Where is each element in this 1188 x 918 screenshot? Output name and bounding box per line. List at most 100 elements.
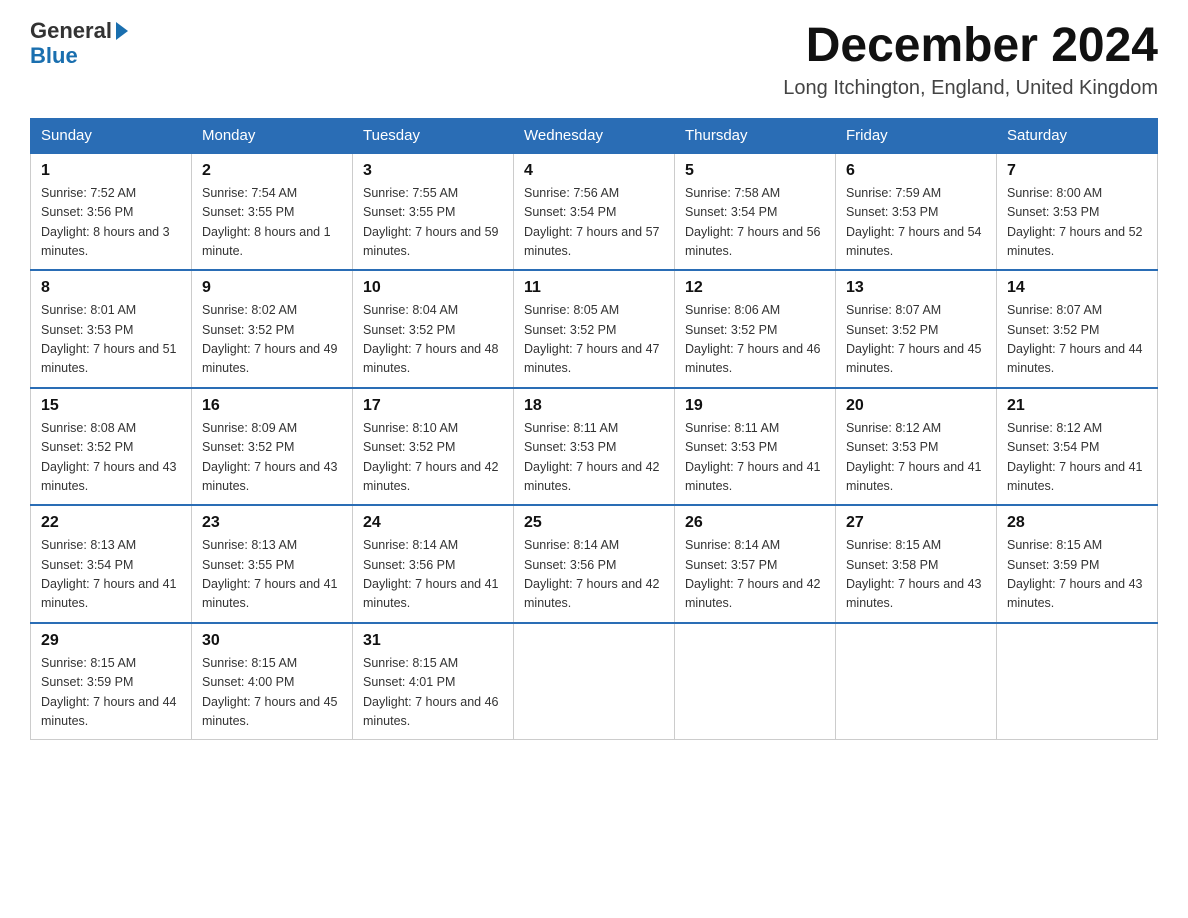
day-info: Sunrise: 8:09 AMSunset: 3:52 PMDaylight:… xyxy=(202,419,342,497)
calendar-week-row: 1 Sunrise: 7:52 AMSunset: 3:56 PMDaylight… xyxy=(31,153,1158,271)
calendar-cell: 23 Sunrise: 8:13 AMSunset: 3:55 PMDayligh… xyxy=(192,505,353,623)
day-info: Sunrise: 8:13 AMSunset: 3:55 PMDaylight:… xyxy=(202,536,342,614)
day-info: Sunrise: 7:56 AMSunset: 3:54 PMDaylight:… xyxy=(524,184,664,262)
calendar-cell: 28 Sunrise: 8:15 AMSunset: 3:59 PMDayligh… xyxy=(997,505,1158,623)
header-saturday: Saturday xyxy=(997,118,1158,153)
header-wednesday: Wednesday xyxy=(514,118,675,153)
header-tuesday: Tuesday xyxy=(353,118,514,153)
logo-text: General xyxy=(30,20,128,42)
calendar-cell xyxy=(997,623,1158,740)
day-info: Sunrise: 8:12 AMSunset: 3:54 PMDaylight:… xyxy=(1007,419,1147,497)
month-year-title: December 2024 xyxy=(783,20,1158,73)
calendar-cell: 29 Sunrise: 8:15 AMSunset: 3:59 PMDayligh… xyxy=(31,623,192,740)
calendar-table: SundayMondayTuesdayWednesdayThursdayFrid… xyxy=(30,118,1158,741)
calendar-cell: 11 Sunrise: 8:05 AMSunset: 3:52 PMDayligh… xyxy=(514,270,675,388)
calendar-cell: 25Sunrise: 8:14 AMSunset: 3:56 PMDayligh… xyxy=(514,505,675,623)
day-number: 26 xyxy=(685,514,825,532)
day-info: Sunrise: 8:08 AMSunset: 3:52 PMDaylight:… xyxy=(41,419,181,497)
calendar-cell: 5 Sunrise: 7:58 AMSunset: 3:54 PMDaylight… xyxy=(675,153,836,271)
day-info: Sunrise: 8:00 AMSunset: 3:53 PMDaylight:… xyxy=(1007,184,1147,262)
day-info: Sunrise: 8:15 AMSunset: 3:58 PMDaylight:… xyxy=(846,536,986,614)
day-number: 8 xyxy=(41,279,181,297)
day-number: 6 xyxy=(846,162,986,180)
calendar-cell: 22 Sunrise: 8:13 AMSunset: 3:54 PMDayligh… xyxy=(31,505,192,623)
day-number: 22 xyxy=(41,514,181,532)
day-number: 29 xyxy=(41,632,181,650)
day-info: Sunrise: 8:05 AMSunset: 3:52 PMDaylight:… xyxy=(524,301,664,379)
day-info: Sunrise: 8:11 AMSunset: 3:53 PMDaylight:… xyxy=(524,419,664,497)
calendar-cell: 18 Sunrise: 8:11 AMSunset: 3:53 PMDayligh… xyxy=(514,388,675,506)
day-info: Sunrise: 7:55 AMSunset: 3:55 PMDaylight:… xyxy=(363,184,503,262)
day-number: 17 xyxy=(363,397,503,415)
day-info: Sunrise: 8:12 AMSunset: 3:53 PMDaylight:… xyxy=(846,419,986,497)
calendar-cell: 14 Sunrise: 8:07 AMSunset: 3:52 PMDayligh… xyxy=(997,270,1158,388)
day-number: 7 xyxy=(1007,162,1147,180)
day-number: 11 xyxy=(524,279,664,297)
day-info: Sunrise: 7:58 AMSunset: 3:54 PMDaylight:… xyxy=(685,184,825,262)
calendar-week-row: 8 Sunrise: 8:01 AMSunset: 3:53 PMDaylight… xyxy=(31,270,1158,388)
calendar-cell: 3 Sunrise: 7:55 AMSunset: 3:55 PMDaylight… xyxy=(353,153,514,271)
header-thursday: Thursday xyxy=(675,118,836,153)
calendar-cell xyxy=(514,623,675,740)
calendar-cell: 30Sunrise: 8:15 AMSunset: 4:00 PMDayligh… xyxy=(192,623,353,740)
header-monday: Monday xyxy=(192,118,353,153)
day-info: Sunrise: 8:02 AMSunset: 3:52 PMDaylight:… xyxy=(202,301,342,379)
calendar-cell: 16Sunrise: 8:09 AMSunset: 3:52 PMDayligh… xyxy=(192,388,353,506)
day-info: Sunrise: 8:14 AMSunset: 3:57 PMDaylight:… xyxy=(685,536,825,614)
day-number: 14 xyxy=(1007,279,1147,297)
day-info: Sunrise: 8:14 AMSunset: 3:56 PMDaylight:… xyxy=(363,536,503,614)
calendar-cell: 26 Sunrise: 8:14 AMSunset: 3:57 PMDayligh… xyxy=(675,505,836,623)
day-number: 31 xyxy=(363,632,503,650)
day-number: 15 xyxy=(41,397,181,415)
calendar-cell: 20 Sunrise: 8:12 AMSunset: 3:53 PMDayligh… xyxy=(836,388,997,506)
calendar-week-row: 15 Sunrise: 8:08 AMSunset: 3:52 PMDayligh… xyxy=(31,388,1158,506)
day-info: Sunrise: 8:10 AMSunset: 3:52 PMDaylight:… xyxy=(363,419,503,497)
calendar-cell: 9Sunrise: 8:02 AMSunset: 3:52 PMDaylight… xyxy=(192,270,353,388)
day-number: 4 xyxy=(524,162,664,180)
day-info: Sunrise: 8:13 AMSunset: 3:54 PMDaylight:… xyxy=(41,536,181,614)
calendar-cell: 4 Sunrise: 7:56 AMSunset: 3:54 PMDaylight… xyxy=(514,153,675,271)
logo-blue-text: Blue xyxy=(30,44,78,68)
day-info: Sunrise: 8:15 AMSunset: 3:59 PMDaylight:… xyxy=(1007,536,1147,614)
day-number: 10 xyxy=(363,279,503,297)
day-number: 3 xyxy=(363,162,503,180)
day-info: Sunrise: 7:59 AMSunset: 3:53 PMDaylight:… xyxy=(846,184,986,262)
calendar-cell: 15 Sunrise: 8:08 AMSunset: 3:52 PMDayligh… xyxy=(31,388,192,506)
calendar-cell: 21 Sunrise: 8:12 AMSunset: 3:54 PMDayligh… xyxy=(997,388,1158,506)
calendar-cell: 27Sunrise: 8:15 AMSunset: 3:58 PMDayligh… xyxy=(836,505,997,623)
day-number: 5 xyxy=(685,162,825,180)
header-sunday: Sunday xyxy=(31,118,192,153)
day-info: Sunrise: 7:54 AMSunset: 3:55 PMDaylight:… xyxy=(202,184,342,262)
calendar-cell: 7 Sunrise: 8:00 AMSunset: 3:53 PMDaylight… xyxy=(997,153,1158,271)
calendar-cell: 6 Sunrise: 7:59 AMSunset: 3:53 PMDaylight… xyxy=(836,153,997,271)
day-number: 13 xyxy=(846,279,986,297)
calendar-cell: 10Sunrise: 8:04 AMSunset: 3:52 PMDayligh… xyxy=(353,270,514,388)
day-number: 2 xyxy=(202,162,342,180)
calendar-cell: 2 Sunrise: 7:54 AMSunset: 3:55 PMDaylight… xyxy=(192,153,353,271)
day-number: 25 xyxy=(524,514,664,532)
day-number: 28 xyxy=(1007,514,1147,532)
day-info: Sunrise: 8:07 AMSunset: 3:52 PMDaylight:… xyxy=(1007,301,1147,379)
page-header: General Blue December 2024 Long Itchingt… xyxy=(30,20,1158,100)
day-info: Sunrise: 7:52 AMSunset: 3:56 PMDaylight:… xyxy=(41,184,181,262)
day-number: 18 xyxy=(524,397,664,415)
day-info: Sunrise: 8:15 AMSunset: 3:59 PMDaylight:… xyxy=(41,654,181,732)
calendar-cell: 17 Sunrise: 8:10 AMSunset: 3:52 PMDayligh… xyxy=(353,388,514,506)
calendar-header-row: SundayMondayTuesdayWednesdayThursdayFrid… xyxy=(31,118,1158,153)
day-number: 19 xyxy=(685,397,825,415)
day-number: 1 xyxy=(41,162,181,180)
day-number: 20 xyxy=(846,397,986,415)
calendar-cell: 1 Sunrise: 7:52 AMSunset: 3:56 PMDaylight… xyxy=(31,153,192,271)
calendar-cell: 8 Sunrise: 8:01 AMSunset: 3:53 PMDaylight… xyxy=(31,270,192,388)
day-number: 21 xyxy=(1007,397,1147,415)
header-friday: Friday xyxy=(836,118,997,153)
day-info: Sunrise: 8:07 AMSunset: 3:52 PMDaylight:… xyxy=(846,301,986,379)
calendar-cell: 31Sunrise: 8:15 AMSunset: 4:01 PMDayligh… xyxy=(353,623,514,740)
calendar-cell xyxy=(836,623,997,740)
day-number: 23 xyxy=(202,514,342,532)
day-info: Sunrise: 8:01 AMSunset: 3:53 PMDaylight:… xyxy=(41,301,181,379)
title-section: December 2024 Long Itchington, England, … xyxy=(783,20,1158,100)
day-number: 12 xyxy=(685,279,825,297)
calendar-cell xyxy=(675,623,836,740)
calendar-week-row: 29 Sunrise: 8:15 AMSunset: 3:59 PMDayligh… xyxy=(31,623,1158,740)
